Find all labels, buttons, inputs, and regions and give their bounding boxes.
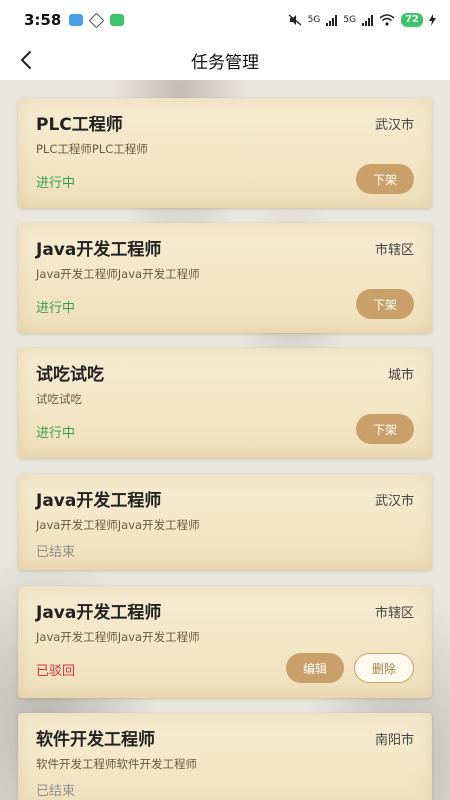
task-description: Java开发工程师Java开发工程师 <box>36 630 200 644</box>
status-badge: 进行中 <box>36 426 76 441</box>
task-description: 试吃试吃 <box>36 392 82 406</box>
task-location: 南阳市 <box>374 733 414 748</box>
status-badge: 进行中 <box>36 176 76 191</box>
unpublish-button[interactable]: 下架 <box>356 414 414 444</box>
message-icon <box>110 14 125 26</box>
mute-icon <box>288 14 302 26</box>
navigation-bar: 任务管理 <box>0 40 450 80</box>
task-title: Java开发工程师 <box>36 491 162 511</box>
clock: 3:58 <box>24 11 62 29</box>
task-description: Java开发工程师Java开发工程师 <box>36 518 200 532</box>
task-title: 软件开发工程师 <box>36 730 155 750</box>
task-card[interactable]: 软件开发工程师 南阳市 软件开发工程师软件开发工程师 已结束 <box>18 713 432 800</box>
diamond-icon <box>89 12 105 28</box>
unpublish-button[interactable]: 下架 <box>356 289 414 319</box>
status-badge: 已驳回 <box>36 664 76 679</box>
task-title: Java开发工程师 <box>36 240 162 260</box>
status-badge: 已结束 <box>36 545 76 560</box>
task-title: PLC工程师 <box>36 115 123 135</box>
task-title: 试吃试吃 <box>36 365 104 385</box>
task-card[interactable]: Java开发工程师 市辖区 Java开发工程师Java开发工程师 进行中 下架 <box>18 223 432 333</box>
page-title: 任务管理 <box>191 52 259 73</box>
delete-button[interactable]: 删除 <box>354 653 414 683</box>
status-badge: 进行中 <box>36 301 76 316</box>
unpublish-button[interactable]: 下架 <box>356 164 414 194</box>
status-bar: 3:58 5G 5G 72 <box>0 0 450 40</box>
task-title: Java开发工程师 <box>36 603 162 623</box>
status-badge: 已结束 <box>36 784 76 799</box>
task-card[interactable]: Java开发工程师 武汉市 Java开发工程师Java开发工程师 已结束 <box>18 474 432 570</box>
back-button[interactable] <box>14 48 38 72</box>
task-description: 软件开发工程师软件开发工程师 <box>36 757 197 771</box>
wifi-icon <box>379 14 395 26</box>
task-location: 武汉市 <box>374 494 414 509</box>
task-location: 市辖区 <box>374 606 414 621</box>
signal-icon <box>362 14 374 26</box>
edit-button[interactable]: 编辑 <box>286 653 344 683</box>
task-description: PLC工程师PLC工程师 <box>36 142 148 156</box>
task-card[interactable]: 试吃试吃 城市 试吃试吃 进行中 下架 <box>18 348 432 458</box>
task-location: 城市 <box>387 368 414 383</box>
chevron-left-icon <box>21 51 31 69</box>
task-location: 武汉市 <box>374 118 414 133</box>
battery-indicator: 72 <box>401 13 423 27</box>
task-location: 市辖区 <box>374 243 414 258</box>
network-type-2: 5G <box>343 15 357 25</box>
signal-icon <box>326 14 338 26</box>
task-description: Java开发工程师Java开发工程师 <box>36 267 200 281</box>
charging-icon <box>429 14 436 26</box>
app-notification-icon <box>69 14 84 26</box>
task-card[interactable]: Java开发工程师 市辖区 Java开发工程师Java开发工程师 已驳回 编辑 … <box>18 586 432 698</box>
network-type-1: 5G <box>307 15 321 25</box>
task-card[interactable]: PLC工程师 武汉市 PLC工程师PLC工程师 进行中 下架 <box>18 98 432 208</box>
